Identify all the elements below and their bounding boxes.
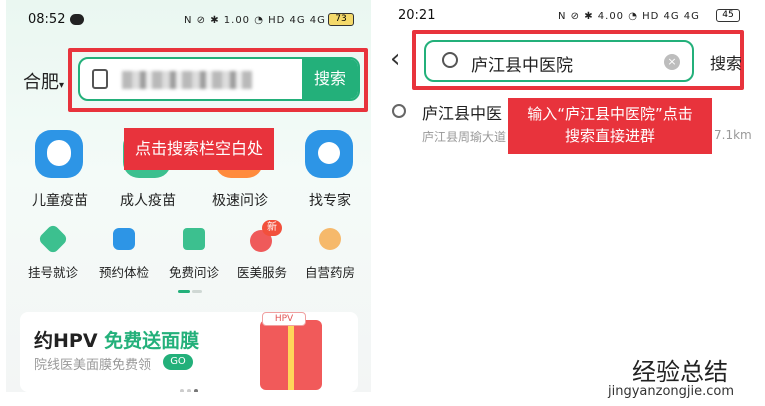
battery-icon: 45 [716, 9, 740, 22]
result-distance: 7.1km [714, 128, 752, 142]
page-indicator-active [178, 290, 190, 293]
status-icons: N ⊘ ✱ 4.00 ◔ HD 4G 4G [558, 11, 700, 22]
go-button[interactable]: GO [163, 354, 193, 370]
search-button[interactable]: 搜索 [710, 50, 742, 74]
search-icon [392, 104, 406, 118]
status-time: 08:52 [28, 12, 66, 27]
blurred-placeholder [122, 71, 252, 89]
scan-icon[interactable] [92, 69, 108, 89]
free-consult-icon[interactable] [183, 228, 205, 250]
status-icons: N ⊘ ✱ 1.00 ◔ HD 4G 4G [184, 15, 326, 26]
label-child-vaccine[interactable]: 儿童疫苗 [20, 190, 100, 210]
result-title[interactable]: 庐江县中医 [422, 100, 502, 124]
right-phone-screen: 20:21 N ⊘ ✱ 4.00 ◔ HD 4G 4G 45 ‹ 庐江县中医院 … [382, 0, 762, 170]
label-free-consult[interactable]: 免费问诊 [162, 262, 226, 281]
clear-icon[interactable]: × [664, 54, 680, 70]
pharmacy-icon[interactable] [319, 228, 341, 250]
callout-line-2: 搜索直接进群 [564, 127, 655, 145]
instruction-callout-right: 输入“庐江县中医院”点击 搜索直接进群 [508, 98, 712, 154]
child-vaccine-icon[interactable] [35, 130, 83, 178]
banner-subtitle: 院线医美面膜免费领 [34, 358, 152, 373]
hpv-banner[interactable]: 约HPV 免费送面膜 院线医美面膜免费领 GO HPV [20, 312, 358, 392]
label-quick-consult[interactable]: 极速问诊 [200, 190, 280, 210]
label-pharmacy[interactable]: 自营药房 [298, 262, 362, 281]
search-icon [442, 52, 458, 68]
battery-icon: 73 [328, 13, 354, 26]
watermark-url: jingyanzongjie.com [608, 384, 735, 399]
label-find-expert[interactable]: 找专家 [290, 190, 370, 210]
watermark-title: 经验总结 [632, 358, 728, 386]
label-register[interactable]: 挂号就诊 [21, 262, 85, 281]
page-indicator [192, 290, 202, 293]
banner-card-label: HPV [262, 312, 306, 326]
label-checkup[interactable]: 预约体检 [92, 262, 156, 281]
back-chevron-icon[interactable]: ‹ [390, 44, 400, 74]
gift-card-image: HPV [260, 312, 322, 390]
find-expert-icon[interactable] [305, 130, 353, 178]
new-badge: 新 [262, 220, 282, 236]
callout-line-1: 输入“庐江县中医院”点击 [527, 105, 693, 123]
instruction-callout-left: 点击搜索栏空白处 [124, 128, 274, 170]
banner-title-b: 免费送面膜 [104, 330, 200, 352]
checkup-icon[interactable] [113, 228, 135, 250]
search-input[interactable]: 庐江县中医院 × [424, 40, 694, 82]
search-bar[interactable]: 搜索 [78, 57, 360, 101]
city-selector[interactable]: 合肥▾ [23, 68, 64, 94]
city-label: 合肥 [23, 72, 59, 93]
banner-title-a: 约HPV [34, 330, 98, 352]
search-value[interactable]: 庐江县中医院 [471, 51, 573, 76]
banner-title: 约HPV 免费送面膜 [34, 326, 199, 353]
caret-down-icon: ▾ [59, 80, 65, 91]
banner-dots [180, 378, 204, 392]
search-button[interactable]: 搜索 [302, 59, 358, 99]
label-adult-vaccine[interactable]: 成人疫苗 [108, 190, 188, 210]
register-icon[interactable] [37, 223, 69, 255]
left-phone-screen: 08:52 N ⊘ ✱ 1.00 ◔ HD 4G 4G 73 合肥▾ 搜索 点击… [6, 0, 371, 392]
status-time: 20:21 [398, 8, 436, 23]
result-address: 庐江县周瑜大道 [422, 130, 507, 144]
label-beauty-service[interactable]: 医美服务 [230, 262, 294, 281]
wechat-icon [70, 14, 84, 25]
